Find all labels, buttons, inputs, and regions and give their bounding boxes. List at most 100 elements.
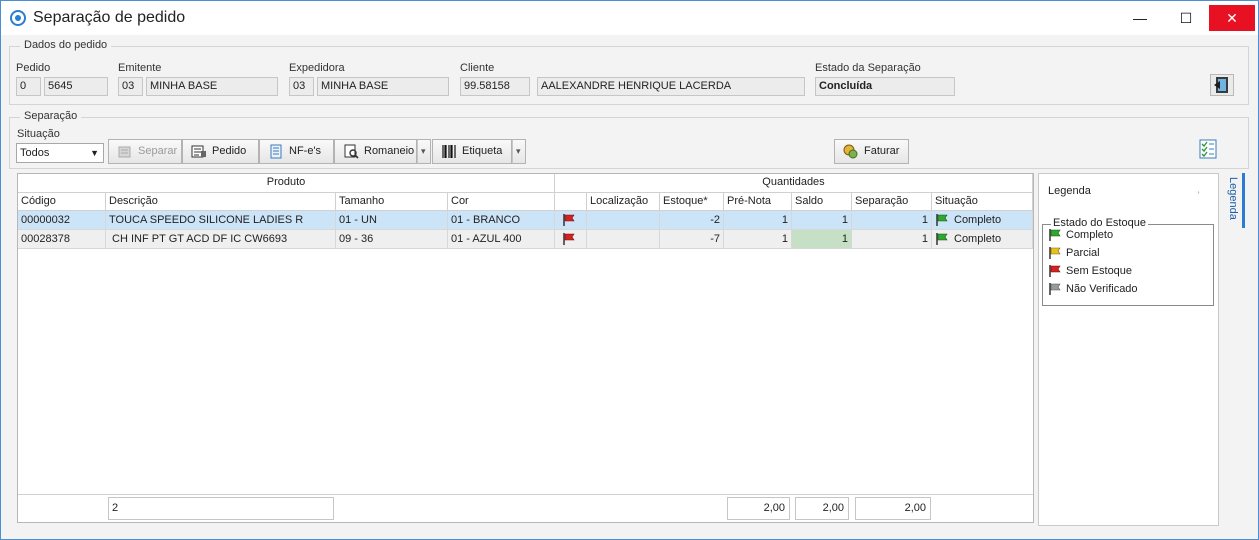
pedido-icon	[191, 145, 206, 158]
exit-button[interactable]	[1210, 74, 1234, 96]
cell-codigo: 00000032	[18, 211, 106, 230]
cell-situacao: Completo	[932, 211, 1033, 230]
legend-label: Completo	[1066, 229, 1114, 241]
flag-icon	[1049, 229, 1061, 241]
emitente-code-field: 03	[118, 77, 143, 96]
cell-descricao: CH INF PT GT ACD DF IC CW6693	[106, 230, 336, 249]
checklist-icon	[1199, 139, 1217, 159]
close-icon: ✕	[1226, 10, 1238, 26]
maximize-button[interactable]: ☐	[1163, 5, 1209, 31]
etiqueta-button[interactable]: Etiqueta	[432, 139, 512, 164]
group-header-quantidades: Quantidades	[555, 174, 1033, 193]
group-caption: Separação	[20, 110, 82, 122]
maximize-icon: ☐	[1179, 10, 1193, 26]
expedidora-name-field: MINHA BASE	[317, 77, 449, 96]
faturar-button[interactable]: Faturar	[834, 139, 909, 164]
flag-icon	[563, 233, 575, 245]
situacao-select[interactable]: Todos ▼	[16, 143, 104, 163]
column-header-tamanho[interactable]: Tamanho	[336, 193, 448, 211]
expedidora-code-field: 03	[289, 77, 314, 96]
nfes-button[interactable]: NF-e's	[259, 139, 334, 164]
cell-descricao: TOUCA SPEEDO SILICONE LADIES R	[106, 211, 336, 230]
situacao-label: Situação	[17, 128, 60, 140]
cell-flag	[555, 230, 587, 249]
column-header-flag[interactable]	[555, 193, 587, 211]
legenda-tab-label: Legenda	[1227, 177, 1239, 220]
pedido-number-field: 5645	[44, 77, 108, 96]
footer-divider	[18, 494, 1033, 495]
window-title: Separação de pedido	[33, 9, 186, 26]
column-header-codigo[interactable]: Código	[18, 193, 106, 211]
column-header-cor[interactable]: Cor	[448, 193, 555, 211]
cell-separacao: 1	[852, 230, 932, 249]
nfe-icon	[270, 144, 282, 159]
cell-codigo: 00028378	[18, 230, 106, 249]
romaneio-label: Romaneio	[364, 145, 415, 157]
footer-separacao-total: 2,00	[855, 497, 931, 520]
expedidora-label: Expedidora	[289, 62, 345, 74]
estado-estoque-box: Estado do Estoque Completo Parcial Sem E…	[1042, 217, 1214, 306]
cell-estoque: -7	[660, 230, 724, 249]
column-header-saldo[interactable]: Saldo	[792, 193, 852, 211]
situacao-selected-value: Todos	[20, 147, 50, 159]
etiqueta-label: Etiqueta	[462, 145, 503, 157]
cell-cor: 01 - AZUL 400	[448, 230, 555, 249]
legend-label: Sem Estoque	[1066, 265, 1133, 277]
cell-flag	[555, 211, 587, 230]
cell-saldo: 1	[792, 230, 852, 249]
cell-saldo: 1	[792, 211, 852, 230]
barcode-icon	[442, 145, 456, 158]
etiqueta-dropdown-button[interactable]	[512, 139, 526, 164]
cliente-code-field: 99.58158	[460, 77, 530, 96]
cell-separacao: 1	[852, 211, 932, 230]
cell-tamanho: 09 - 36	[336, 230, 448, 249]
separar-icon	[118, 146, 131, 158]
minimize-icon: —	[1133, 10, 1147, 26]
chevron-down-icon: ▼	[90, 148, 99, 158]
exit-door-icon	[1214, 77, 1228, 93]
faturar-label: Faturar	[864, 145, 900, 157]
legend-panel: Legenda ˒ Estado do Estoque Completo Par…	[1038, 173, 1219, 526]
title-bar: Separação de pedido — ☐ ✕	[1, 1, 1258, 35]
flag-icon	[563, 214, 575, 226]
romaneio-dropdown-button[interactable]	[417, 139, 431, 164]
flag-icon	[936, 214, 948, 226]
column-header-pre-nota[interactable]: Pré-Nota	[724, 193, 792, 211]
dados-do-pedido-group: Dados do pedido	[9, 39, 1249, 105]
cliente-name-field: AALEXANDRE HENRIQUE LACERDA	[537, 77, 805, 96]
column-header-estoque[interactable]: Estoque*	[660, 193, 724, 211]
footer-saldo-total: 2,00	[795, 497, 849, 520]
separar-button[interactable]: Separar	[108, 139, 182, 164]
column-header-localizacao[interactable]: Localização	[587, 193, 660, 211]
itens-grid[interactable]: Produto Quantidades Código Descrição Tam…	[17, 173, 1034, 523]
close-button[interactable]: ✕	[1209, 5, 1255, 31]
window: Separação de pedido — ☐ ✕ Dados do pedid…	[0, 0, 1259, 540]
legend-title: Legenda	[1048, 185, 1091, 197]
footer-count: 2	[108, 497, 334, 520]
group-caption: Dados do pedido	[20, 39, 112, 51]
cell-tamanho: 01 - UN	[336, 211, 448, 230]
romaneio-button[interactable]: Romaneio	[334, 139, 417, 164]
estado-separacao-field: Concluída	[815, 77, 955, 96]
column-header-descricao[interactable]: Descrição	[106, 193, 336, 211]
minimize-button[interactable]: —	[1117, 5, 1163, 31]
column-header-separacao[interactable]: Separação	[852, 193, 932, 211]
pedido-prefix-field: 0	[16, 77, 41, 96]
cell-cor: 01 - BRANCO	[448, 211, 555, 230]
table-row[interactable]: 00000032 TOUCA SPEEDO SILICONE LADIES R …	[18, 211, 1033, 230]
column-header-situacao[interactable]: Situação	[932, 193, 1033, 211]
cell-estoque: -2	[660, 211, 724, 230]
pedido-button[interactable]: Pedido	[182, 139, 259, 164]
pedido-label: Pedido	[212, 145, 247, 157]
pedido-label: Pedido	[16, 62, 51, 74]
cell-situacao: Completo	[932, 230, 1033, 249]
romaneio-icon	[344, 144, 359, 159]
cliente-label: Cliente	[460, 62, 495, 74]
flag-icon	[936, 233, 948, 245]
footer-pre-nota-total: 2,00	[727, 497, 790, 520]
pin-icon[interactable]: ˒	[1197, 186, 1200, 197]
checklist-button[interactable]	[1199, 139, 1217, 159]
flag-icon	[1049, 265, 1061, 277]
legend-label: Parcial	[1066, 247, 1100, 259]
table-row[interactable]: 00028378 CH INF PT GT ACD DF IC CW6693 0…	[18, 230, 1033, 249]
